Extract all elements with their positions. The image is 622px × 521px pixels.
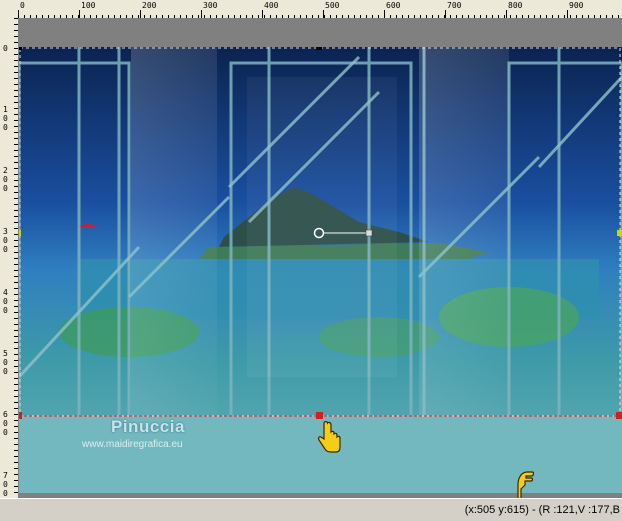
ruler-label: 300 [203, 1, 218, 10]
ruler-label: 100 [81, 1, 96, 10]
transform-handle-top [316, 47, 322, 50]
watermark-name: Pinuccia [111, 417, 185, 436]
transform-handle-right [617, 230, 622, 236]
transform-handle-left [19, 230, 21, 236]
rotation-handle [365, 229, 373, 237]
transform-handle-bottom-right [616, 412, 622, 419]
ruler-label: 0 [3, 44, 8, 53]
ruler-label: 900 [569, 1, 584, 10]
ruler-label: 6 0 0 [3, 410, 8, 437]
ruler-label: 2 0 0 [3, 166, 8, 193]
watermark-site: www.maidiregrafica.eu [82, 439, 183, 450]
ruler-label: 500 [325, 1, 340, 10]
ruler-label: 0 [20, 1, 25, 10]
ruler-label: 4 0 0 [3, 288, 8, 315]
ruler-label: 1 0 0 [3, 105, 8, 132]
ruler-corner [0, 0, 19, 19]
horizontal-ruler[interactable]: 0 100 200 300 400 500 600 700 800 900 [18, 0, 622, 19]
pointing-hand-icon [318, 420, 342, 455]
transform-handle-top-left [19, 47, 22, 50]
ruler-label: 5 0 0 [3, 349, 8, 376]
ruler-minor-ticks [18, 15, 622, 18]
glass-panel [247, 77, 397, 377]
image-canvas[interactable]: Pinuccia www.maidiregrafica.eu [19, 47, 622, 493]
transform-handle-bottom-left [19, 412, 22, 419]
ruler-label: 600 [386, 1, 401, 10]
ruler-label: 200 [142, 1, 157, 10]
ruler-label: 800 [508, 1, 523, 10]
ruler-label: 7 0 0 [3, 471, 8, 498]
canvas-workspace[interactable]: Pinuccia www.maidiregrafica.eu [19, 19, 622, 501]
ruler-label: 700 [447, 1, 462, 10]
status-bar: (x:505 y:615) - (R :121,V :177,B [0, 498, 622, 521]
vertical-ruler[interactable]: 0 1 0 0 2 0 0 3 0 0 4 0 0 5 0 0 6 0 0 7 … [0, 18, 19, 498]
ruler-label: 3 0 0 [3, 227, 8, 254]
ruler-minor-ticks [14, 18, 18, 498]
pan-hand-icon [514, 467, 536, 501]
cursor-coordinates: (x:505 y:615) - (R :121,V :177,B [464, 504, 620, 516]
glass-panel [131, 47, 217, 417]
ruler-label: 400 [264, 1, 279, 10]
transform-handle-bottom [316, 412, 323, 419]
